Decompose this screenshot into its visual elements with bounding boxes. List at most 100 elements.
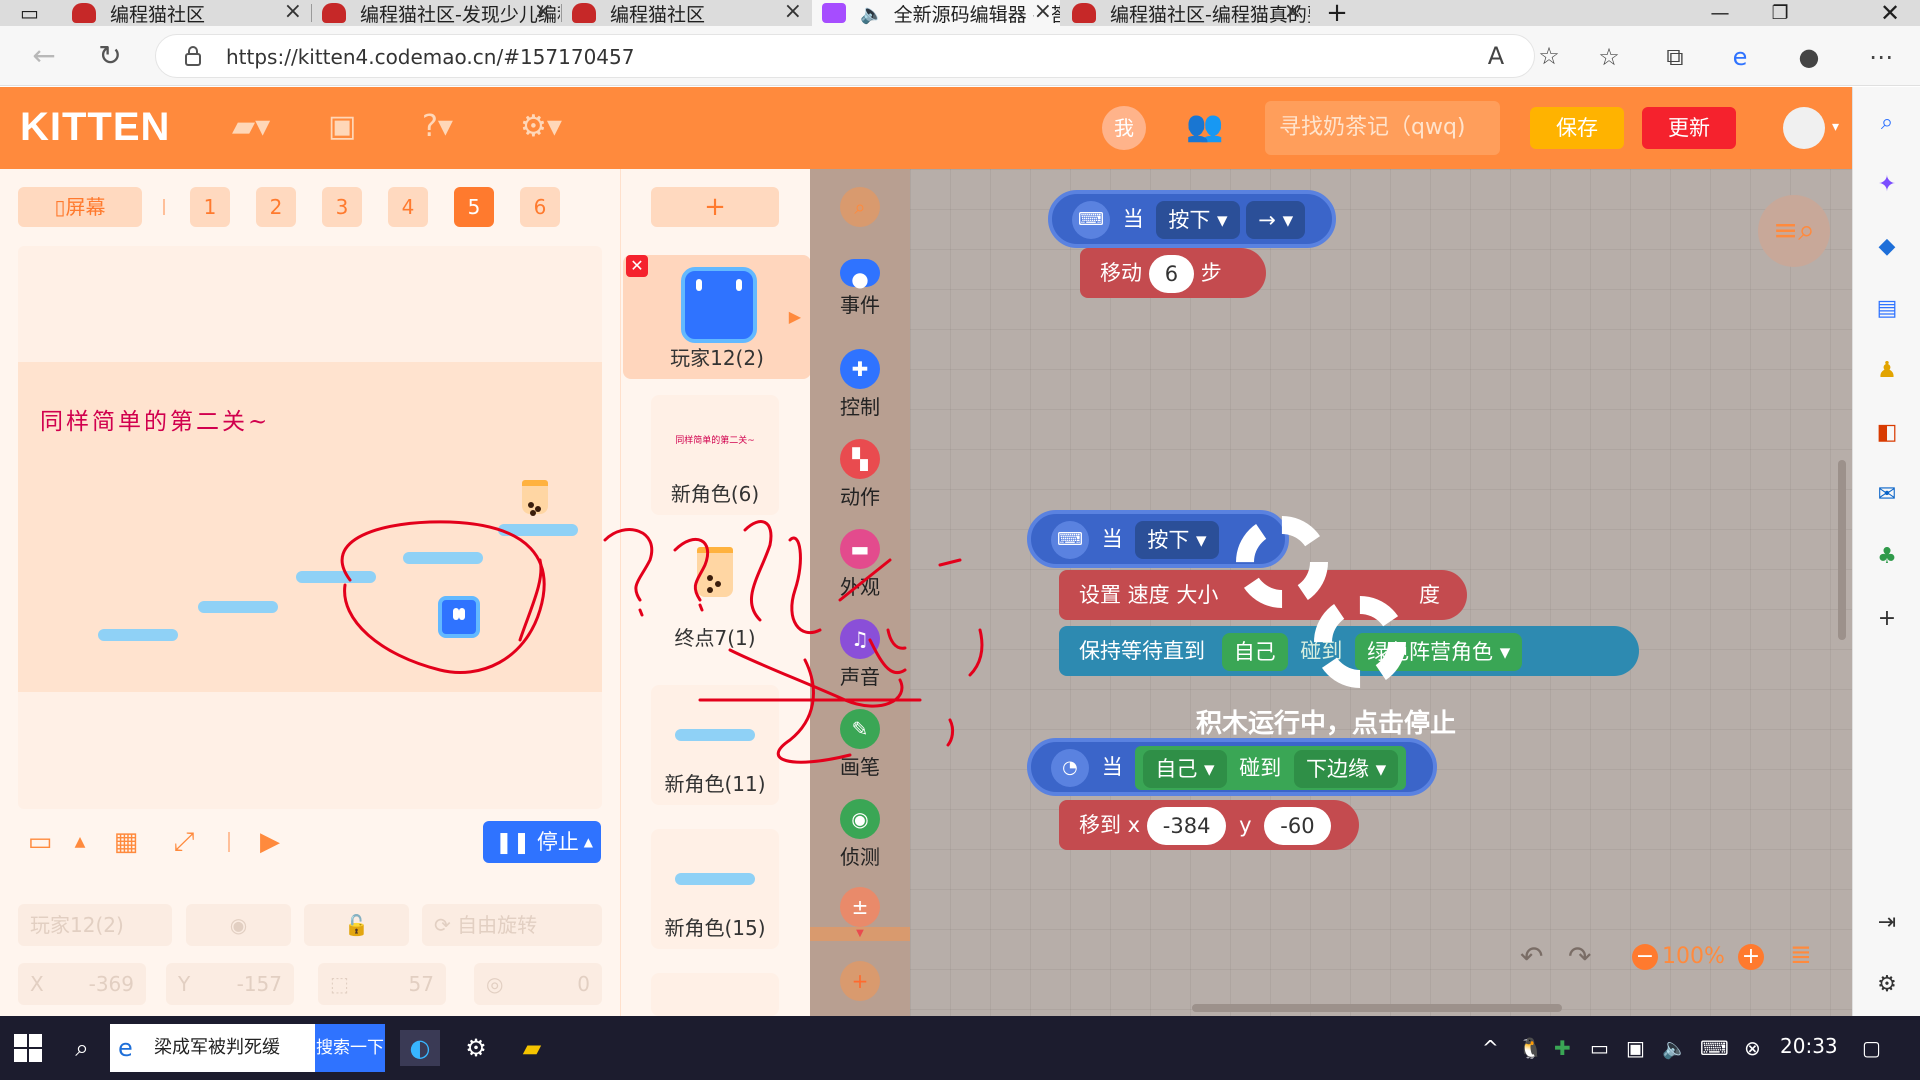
battery-icon[interactable]: ▭ bbox=[1590, 1036, 1609, 1060]
size-field[interactable]: ⬚ 57 bbox=[318, 963, 446, 1005]
category-sound[interactable]: ♫ 声音 bbox=[810, 619, 910, 699]
help-icon[interactable]: ?▾ bbox=[422, 107, 453, 147]
close-window-icon[interactable]: ✕ bbox=[1860, 0, 1920, 26]
block-search-button[interactable]: ⌕ bbox=[810, 187, 910, 231]
chevron-up-icon[interactable]: ▲ bbox=[64, 826, 96, 858]
screen-button[interactable]: ▯屏幕 bbox=[18, 187, 142, 227]
tray-expand-icon[interactable]: ^ bbox=[1482, 1036, 1499, 1060]
stage-size-icon[interactable]: ▭ bbox=[24, 826, 56, 858]
when-touching-block[interactable]: ◔ 当 自己 ▾ 碰到 下边缘 ▾ bbox=[1027, 738, 1437, 796]
new-tab-button[interactable]: + bbox=[1312, 0, 1362, 26]
category-motion[interactable]: ▚ 动作 bbox=[810, 439, 910, 519]
tools-icon[interactable]: ▤ bbox=[1873, 295, 1901, 323]
security-icon[interactable]: ✚ bbox=[1554, 1036, 1571, 1060]
settings-icon[interactable]: ⚙ bbox=[456, 1030, 496, 1066]
file-explorer-icon[interactable]: ▰ bbox=[512, 1030, 552, 1066]
y-position-field[interactable]: Y -157 bbox=[166, 963, 294, 1005]
direction-field[interactable]: ◎ 0 bbox=[474, 963, 602, 1005]
keyboard-icon[interactable]: ⌨ bbox=[1700, 1036, 1729, 1060]
zoom-in-icon[interactable]: + bbox=[1738, 944, 1764, 970]
self-dropdown[interactable]: 自己 ▾ bbox=[1143, 750, 1227, 788]
browser-tab[interactable]: 编程猫社区-编程猫真的要 × bbox=[1062, 0, 1310, 26]
zoom-out-icon[interactable]: − bbox=[1632, 944, 1658, 970]
favorites-icon[interactable]: ☆ bbox=[1594, 42, 1624, 72]
chevron-right-icon[interactable]: ▶ bbox=[789, 307, 801, 326]
sprite-card[interactable]: 新角色(15) bbox=[651, 829, 779, 949]
shopping-tag-icon[interactable]: ◆ bbox=[1873, 233, 1901, 261]
visibility-eye-icon[interactable]: ◉ bbox=[186, 904, 291, 946]
browser-tab[interactable]: 编程猫社区 × bbox=[562, 0, 810, 26]
sprite-card[interactable]: 新角色(11) bbox=[651, 685, 779, 805]
minimize-icon[interactable]: — bbox=[1690, 0, 1750, 26]
key-dropdown[interactable]: → ▾ bbox=[1246, 201, 1306, 239]
redo-icon[interactable]: ↷ bbox=[1568, 940, 1591, 973]
sidebar-settings-icon[interactable]: ⚙ bbox=[1873, 971, 1901, 999]
edge-dropdown[interactable]: 下边缘 ▾ bbox=[1293, 750, 1399, 788]
add-sprite-button[interactable]: + bbox=[651, 187, 779, 227]
update-button[interactable]: 更新 bbox=[1642, 107, 1736, 149]
lock-toggle-icon[interactable]: 🔓 bbox=[304, 904, 409, 946]
windows-start-icon[interactable] bbox=[14, 1034, 42, 1062]
search-icon[interactable]: ⌕ bbox=[62, 1030, 102, 1066]
scroll-more-icon[interactable]: ▼ bbox=[810, 927, 910, 941]
sprite-card[interactable]: 同样简单的第二关~ 新角色(6) bbox=[651, 395, 779, 515]
browser-tab-active[interactable]: 🔈 全新源码编辑器 - 搭建 × bbox=[812, 0, 1060, 26]
y-value-input[interactable]: -60 bbox=[1264, 807, 1331, 845]
browser-tab[interactable]: 编程猫社区-发现少儿编程 × bbox=[312, 0, 560, 26]
add-extension-button[interactable]: + bbox=[810, 961, 910, 1005]
ime-icon[interactable]: ⊗ bbox=[1744, 1036, 1761, 1060]
save-button[interactable]: 保存 bbox=[1530, 107, 1624, 149]
more-menu-icon[interactable]: ⋯ bbox=[1866, 42, 1896, 72]
key-action-dropdown[interactable]: 按下 ▾ bbox=[1156, 201, 1240, 239]
restore-icon[interactable]: ❐ bbox=[1750, 0, 1810, 26]
qq-icon[interactable]: 🐧 bbox=[1518, 1036, 1543, 1060]
chevron-down-icon[interactable]: ▾ bbox=[1832, 107, 1839, 147]
scene-button-5-active[interactable]: 5 bbox=[454, 187, 494, 227]
fullscreen-icon[interactable]: ⤢ bbox=[168, 826, 200, 858]
settings-gear-icon[interactable]: ⚙▾ bbox=[520, 107, 562, 147]
url-field[interactable]: https://kitten4.codemao.cn/#157170457 A … bbox=[155, 34, 1560, 78]
profile-icon[interactable]: ● bbox=[1794, 42, 1824, 72]
vertical-scrollbar[interactable] bbox=[1838, 460, 1846, 640]
horizontal-scrollbar[interactable] bbox=[1192, 1004, 1562, 1012]
kitten-logo[interactable]: KITTEN bbox=[20, 105, 170, 150]
when-key-pressed-block[interactable]: ⌨ 当 按下 ▾ → ▾ bbox=[1048, 190, 1336, 248]
add-favorite-icon[interactable]: ☆ bbox=[1534, 41, 1564, 71]
taskbar-search-button[interactable]: 搜索一下 bbox=[315, 1024, 385, 1072]
close-tab-icon[interactable]: × bbox=[284, 0, 302, 24]
x-value-input[interactable]: -384 bbox=[1146, 807, 1227, 845]
scene-button-6[interactable]: 6 bbox=[520, 187, 560, 227]
me-button[interactable]: 我 bbox=[1102, 106, 1146, 150]
move-steps-input[interactable]: 6 bbox=[1148, 255, 1195, 293]
rotation-mode-select[interactable]: ⟳ 自由旋转 bbox=[422, 904, 602, 946]
audio-playing-icon[interactable]: 🔈 bbox=[860, 2, 884, 25]
browser-tab[interactable]: 编程猫社区 × bbox=[62, 0, 310, 26]
read-aloud-icon[interactable]: A bbox=[1481, 41, 1511, 71]
refresh-icon[interactable]: ↻ bbox=[94, 40, 126, 72]
key-action-dropdown[interactable]: 按下 ▾ bbox=[1135, 521, 1219, 559]
hide-sidebar-icon[interactable]: ⇥ bbox=[1873, 909, 1901, 937]
games-icon[interactable]: ♟ bbox=[1873, 357, 1901, 385]
close-tab-icon[interactable]: × bbox=[1284, 0, 1302, 24]
close-tab-icon[interactable]: × bbox=[784, 0, 802, 24]
collections-icon[interactable]: ⧉ bbox=[1660, 42, 1690, 72]
scene-button-2[interactable]: 2 bbox=[256, 187, 296, 227]
search-icon[interactable]: ⌕ bbox=[1873, 109, 1901, 137]
category-sensing[interactable]: ◉ 侦测 bbox=[810, 799, 910, 879]
edge-browser-icon[interactable]: ◐ bbox=[400, 1030, 440, 1066]
category-control[interactable]: ✚ 控制 bbox=[810, 349, 910, 429]
copilot-icon[interactable]: ✦ bbox=[1873, 171, 1901, 199]
milk-tea-goal-sprite[interactable] bbox=[522, 480, 548, 516]
align-blocks-icon[interactable]: ≣ bbox=[1790, 940, 1812, 970]
add-collaborator-icon[interactable]: 👥 bbox=[1186, 107, 1223, 147]
ie-mode-icon[interactable]: e bbox=[1725, 42, 1755, 72]
close-tab-icon[interactable]: × bbox=[1033, 0, 1052, 24]
play-preview-icon[interactable]: ▶ bbox=[254, 826, 286, 858]
avatar[interactable] bbox=[1783, 107, 1825, 149]
notifications-icon[interactable]: ▢ bbox=[1862, 1036, 1881, 1060]
close-tab-icon[interactable]: × bbox=[534, 0, 552, 24]
tab-actions-icon[interactable]: ▭ bbox=[0, 0, 60, 26]
scene-button-3[interactable]: 3 bbox=[322, 187, 362, 227]
tree-icon[interactable]: ♣ bbox=[1873, 543, 1901, 571]
self-dropdown[interactable]: 自己 bbox=[1221, 633, 1288, 671]
